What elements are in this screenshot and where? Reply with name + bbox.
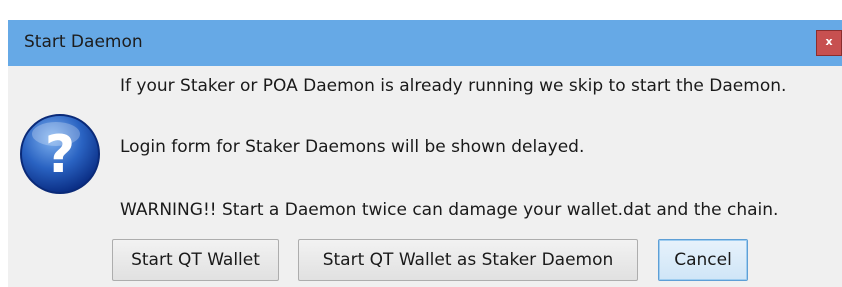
window-title: Start Daemon — [24, 32, 143, 52]
question-icon: ? — [20, 114, 100, 194]
message-line-3-warning: WARNING!! Start a Daemon twice can damag… — [120, 200, 779, 220]
dialog-body: ? If your Staker or POA Daemon is alread… — [8, 66, 842, 287]
start-qt-wallet-button[interactable]: Start QT Wallet — [112, 239, 279, 281]
title-bar[interactable]: Start Daemon x — [8, 20, 842, 66]
message-line-2: Login form for Staker Daemons will be sh… — [120, 137, 585, 157]
start-qt-wallet-staker-button[interactable]: Start QT Wallet as Staker Daemon — [298, 239, 638, 281]
screenshot: Start Daemon x ? If your Staker or POA D… — [0, 0, 842, 287]
start-daemon-dialog: Start Daemon x ? If your Staker or POA D… — [0, 14, 842, 287]
message-line-1: If your Staker or POA Daemon is already … — [120, 76, 787, 96]
cancel-button[interactable]: Cancel — [658, 239, 748, 281]
close-button[interactable]: x — [816, 30, 842, 56]
svg-text:?: ? — [45, 125, 75, 185]
